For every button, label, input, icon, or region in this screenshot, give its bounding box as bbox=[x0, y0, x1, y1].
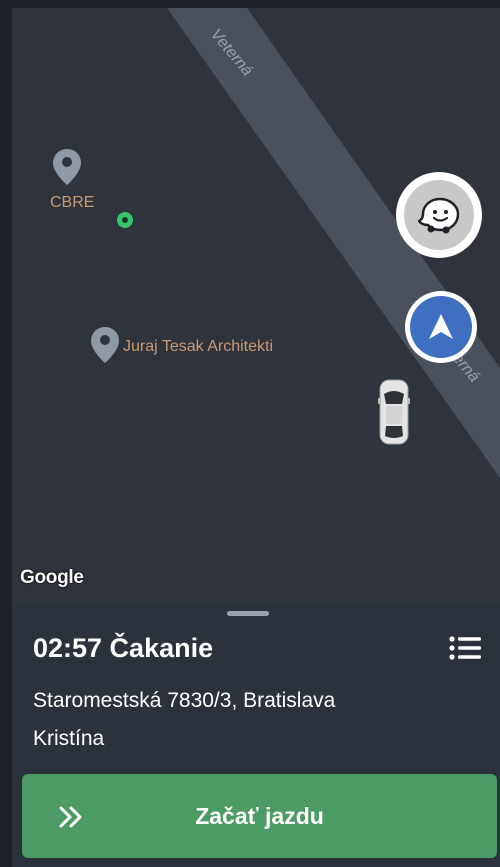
navigate-button[interactable] bbox=[405, 291, 477, 363]
google-logo: Google bbox=[20, 567, 84, 588]
ride-bottom-sheet: 02:57 Čakanie Staromestská 7830/3, Brati… bbox=[12, 603, 500, 867]
navigation-arrow-icon bbox=[429, 314, 453, 339]
waze-icon bbox=[418, 197, 460, 234]
passenger-name: Kristína bbox=[33, 727, 105, 750]
map-pin-icon[interactable] bbox=[90, 326, 120, 364]
start-ride-label: Začať jazdu bbox=[195, 802, 324, 829]
pickup-address: Staromestská 7830/3, Bratislava bbox=[33, 689, 336, 712]
ride-status-title: 02:57 Čakanie bbox=[33, 633, 214, 663]
waze-button[interactable] bbox=[396, 172, 482, 258]
poi-label-juraj-tesak[interactable]: Juraj Tesak Architekti bbox=[123, 338, 273, 356]
map-pin-icon[interactable] bbox=[52, 148, 82, 186]
drag-handle[interactable] bbox=[227, 611, 269, 616]
list-icon[interactable] bbox=[449, 636, 481, 660]
pickup-location-dot bbox=[117, 212, 133, 228]
start-ride-button[interactable]: Začať jazdu bbox=[22, 774, 497, 858]
map-view[interactable]: Veterná erná CBRE Juraj Tesak Architekti bbox=[12, 8, 500, 603]
car-icon bbox=[378, 379, 410, 445]
poi-label-cbre[interactable]: CBRE bbox=[50, 194, 94, 212]
